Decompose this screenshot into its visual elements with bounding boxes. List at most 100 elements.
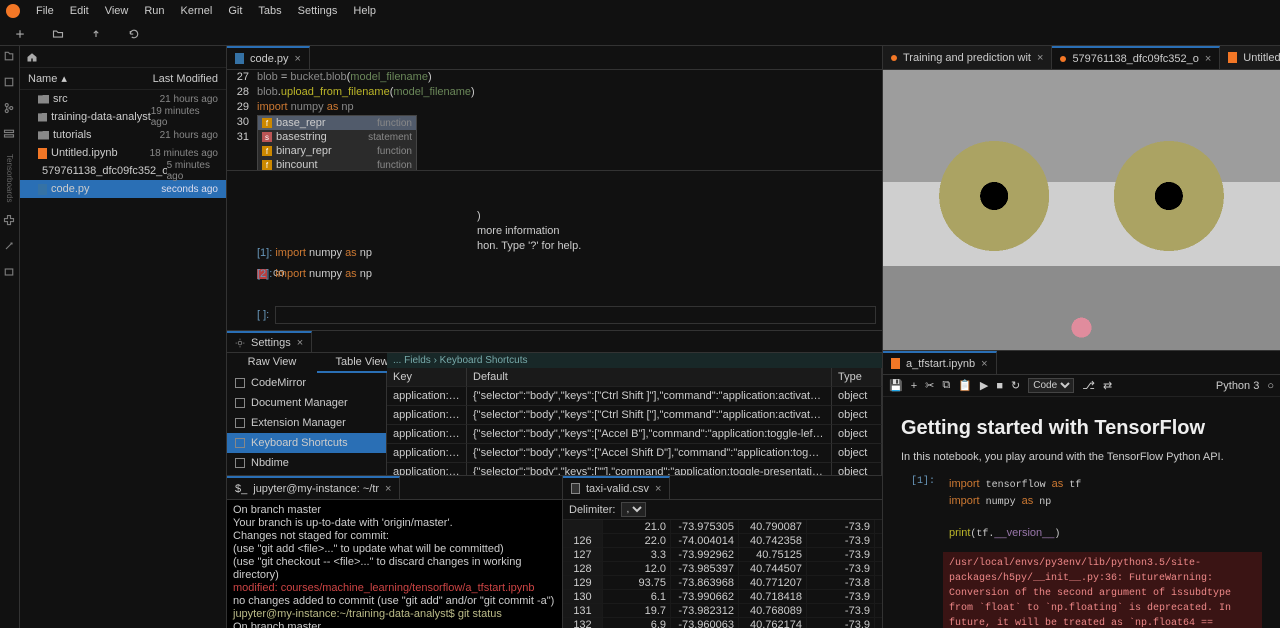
tab-label: taxi-valid.csv <box>586 483 649 495</box>
csv-row[interactable]: 13119.7-73.98231240.768089-73.9 <box>563 604 882 618</box>
close-icon[interactable]: × <box>385 483 391 495</box>
settings-row[interactable]: application:toggl…{"selector":"body","ke… <box>387 463 882 475</box>
image-tab[interactable]: Training and prediction wit× <box>883 46 1052 69</box>
commands-icon[interactable] <box>3 128 17 142</box>
autocomplete-item[interactable]: fbase_reprfunction <box>258 116 416 130</box>
git-icon[interactable] <box>3 102 17 116</box>
dirty-dot-icon <box>891 55 897 61</box>
save-icon[interactable]: 💾 <box>889 379 903 392</box>
console[interactable]: co ) more information hon. Type '?' for … <box>227 170 882 330</box>
raw-view-mode[interactable]: Raw View <box>227 353 317 373</box>
notebook-body[interactable]: Getting started with TensorFlow In this … <box>883 397 1280 628</box>
menu-edit[interactable]: Edit <box>62 2 97 20</box>
tab-csv[interactable]: taxi-valid.csv × <box>563 476 670 499</box>
restart-icon[interactable]: ↻ <box>1011 379 1020 392</box>
settings-row[interactable]: application:toggl…{"selector":"body","ke… <box>387 444 882 463</box>
paste-icon[interactable]: 📋 <box>958 379 972 392</box>
add-cell-icon[interactable]: + <box>911 380 917 392</box>
gear-icon <box>235 338 245 348</box>
close-icon[interactable]: × <box>1205 53 1211 65</box>
terminal[interactable]: On branch masterYour branch is up-to-dat… <box>227 500 562 628</box>
file-browser-header[interactable]: Name▴ Last Modified <box>20 68 226 90</box>
cut-icon[interactable]: ✂ <box>925 379 934 392</box>
files-icon[interactable] <box>3 50 17 64</box>
tab-notebook[interactable]: a_tfstart.ipynb × <box>883 351 997 374</box>
notebook-toolbar: 💾 + ✂ ⧉ 📋 ▶ ■ ↻ Code ⎇ ⇄ Python 3 ○ <box>883 375 1280 397</box>
code-cell[interactable]: import tensorflow as tf import numpy as … <box>943 472 1262 546</box>
close-icon[interactable]: × <box>655 483 661 495</box>
settings-nav-item[interactable]: Extension Manager <box>227 413 386 433</box>
py-icon <box>38 184 47 195</box>
close-icon[interactable]: × <box>981 358 987 370</box>
tab-settings[interactable]: Settings × <box>227 331 312 352</box>
tab-terminal[interactable]: $_ jupyter@my-instance: ~/tr × <box>227 476 400 499</box>
autocomplete-item[interactable]: fbincountfunction <box>258 158 416 170</box>
csv-row[interactable]: 12622.0-74.00401440.742358-73.9 <box>563 534 882 548</box>
file-row[interactable]: 579761138_dfc09fc352_o.jpg5 minutes ago <box>20 162 226 180</box>
close-icon[interactable]: × <box>1037 52 1043 64</box>
upload-icon[interactable] <box>84 23 108 45</box>
settings-nav-item[interactable]: Nbdime <box>227 453 386 473</box>
settings-row[interactable]: application:activ…{"selector":"body","ke… <box>387 387 882 406</box>
image-tab[interactable]: Untitled.ipynb× <box>1220 46 1280 69</box>
th-default[interactable]: Default <box>467 368 832 387</box>
delimiter-select[interactable]: , <box>621 502 646 517</box>
csv-row[interactable]: 12812.0-73.98539740.744507-73.9 <box>563 562 882 576</box>
settings-row[interactable]: application:activ…{"selector":"body","ke… <box>387 406 882 425</box>
stop-icon[interactable]: ■ <box>996 380 1003 392</box>
file-browser: Name▴ Last Modified src21 hours agotrain… <box>20 46 227 628</box>
th-key[interactable]: Key <box>387 368 467 387</box>
extensions-icon[interactable] <box>3 214 17 228</box>
file-row[interactable]: code.pyseconds ago <box>20 180 226 198</box>
image-preview[interactable] <box>883 70 1280 350</box>
tab-code-py[interactable]: code.py × <box>227 46 310 69</box>
menu-view[interactable]: View <box>97 2 137 20</box>
diff-icon[interactable]: ⇄ <box>1103 379 1112 392</box>
console-input[interactable] <box>275 306 876 324</box>
cat-image <box>883 70 1280 350</box>
kernel-name[interactable]: Python 3 <box>1216 380 1259 392</box>
settings-nav-item[interactable]: Document Manager <box>227 393 386 413</box>
menu-git[interactable]: Git <box>220 2 250 20</box>
build-icon[interactable] <box>3 240 17 254</box>
menu-tabs[interactable]: Tabs <box>250 2 289 20</box>
new-folder-icon[interactable] <box>46 23 70 45</box>
autocomplete-item[interactable]: sbasestringstatement <box>258 130 416 144</box>
csv-grid[interactable]: 21.0-73.97530540.790087-73.912622.0-74.0… <box>563 520 882 628</box>
file-row[interactable]: training-data-analyst19 minutes ago <box>20 108 226 126</box>
breadcrumb[interactable] <box>20 46 226 68</box>
menu-help[interactable]: Help <box>345 2 384 20</box>
menu-file[interactable]: File <box>28 2 62 20</box>
settings-nav-item[interactable]: CodeMirror <box>227 373 386 393</box>
running-icon[interactable] <box>3 76 17 90</box>
new-icon[interactable] <box>8 23 32 45</box>
celltype-select[interactable]: Code <box>1028 378 1074 393</box>
file-time: 21 hours ago <box>160 130 218 141</box>
run-icon[interactable]: ▶ <box>980 379 988 392</box>
git-icon[interactable]: ⎇ <box>1082 379 1095 392</box>
file-row[interactable]: tutorials21 hours ago <box>20 126 226 144</box>
th-type[interactable]: Type <box>832 368 882 387</box>
copy-icon[interactable]: ⧉ <box>942 379 950 392</box>
close-icon[interactable]: × <box>297 337 303 349</box>
refresh-icon[interactable] <box>122 23 146 45</box>
autocomplete-item[interactable]: fbinary_reprfunction <box>258 144 416 158</box>
image-tab[interactable]: 579761138_dfc09fc352_o× <box>1052 46 1220 69</box>
menu-run[interactable]: Run <box>136 2 172 20</box>
tabs-icon[interactable] <box>3 266 17 280</box>
settings-table[interactable]: Key Default Type application:activ…{"sel… <box>387 368 882 475</box>
csv-row[interactable]: 21.0-73.97530540.790087-73.9 <box>563 520 882 534</box>
settings-row[interactable]: application:toggl…{"selector":"body","ke… <box>387 425 882 444</box>
csv-row[interactable]: 1306.1-73.99066240.718418-73.9 <box>563 590 882 604</box>
autocomplete-popup[interactable]: fbase_reprfunctionsbasestringstatementfb… <box>257 115 417 170</box>
csv-row[interactable]: 12993.75-73.86396840.771207-73.8 <box>563 576 882 590</box>
menu-settings[interactable]: Settings <box>290 2 346 20</box>
dirty-dot-icon <box>1060 56 1066 62</box>
close-icon[interactable]: × <box>295 53 301 65</box>
tensorboards-icon[interactable]: Tensorboards <box>5 154 14 202</box>
csv-row[interactable]: 1326.9-73.96006340.762174-73.9 <box>563 618 882 628</box>
settings-nav-item[interactable]: Keyboard Shortcuts <box>227 433 386 453</box>
code-editor[interactable]: 2728293031 blob = bucket.blob(model_file… <box>227 70 882 170</box>
csv-row[interactable]: 1273.3-73.99296240.75125-73.9 <box>563 548 882 562</box>
menu-kernel[interactable]: Kernel <box>173 2 221 20</box>
